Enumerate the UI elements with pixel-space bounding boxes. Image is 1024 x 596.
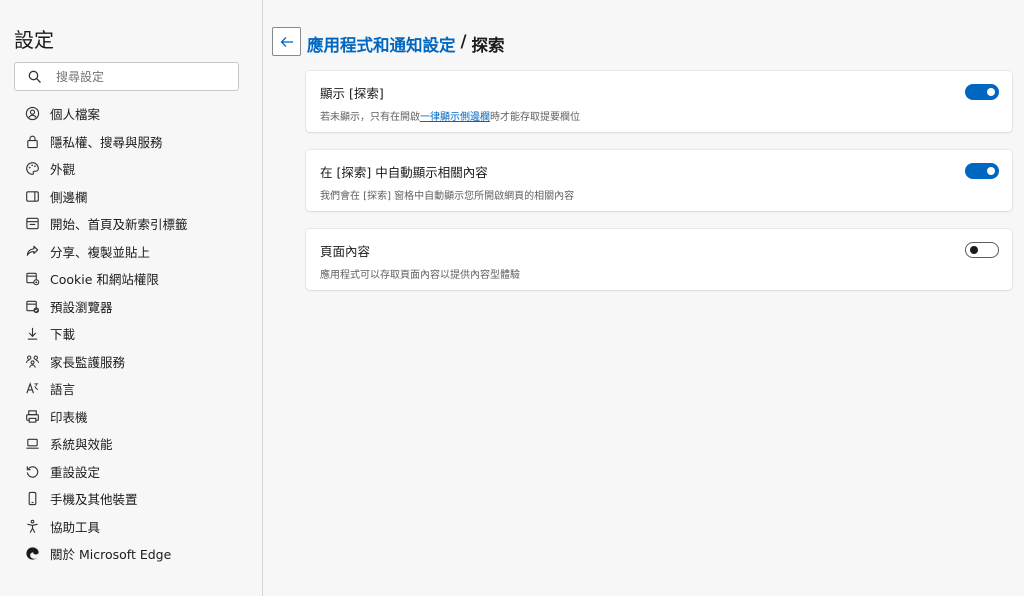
sidebar-item-downloads[interactable]: 下載: [14, 320, 254, 348]
share-icon: [26, 245, 38, 256]
arrow-left-icon: [280, 36, 293, 47]
sidebar-item-share[interactable]: 分享、複製並貼上: [14, 238, 254, 266]
setting-description-text: 時才能存取提要欄位: [490, 112, 580, 123]
family-icon: [25, 355, 39, 368]
sidebar-item-label: 開始、首頁及新索引標籤: [50, 217, 188, 233]
home-tab-icon: [25, 218, 39, 230]
sidebar-nav: 個人檔案 隱私權、搜尋與服務 外觀 側邊欄 開始、首頁及新索引標籤 分享、複製並…: [14, 100, 254, 568]
setting-card-show-discover: 顯示 [探索] 若未顯示，只有在開啟一律顯示側邊欄時才能存取提要欄位: [306, 71, 1012, 132]
sidebar-item-cookies[interactable]: Cookie 和網站權限: [14, 265, 254, 293]
default-browser-icon: [25, 300, 39, 313]
sidebar-item-label: 預設瀏覽器: [50, 299, 113, 315]
sidebar-item-label: 語言: [50, 382, 76, 398]
settings-sidebar: 設定 個人檔案 隱私權、搜尋與服務 外觀 側邊欄 開始、首頁及新索引標籤: [0, 0, 263, 596]
setting-description: 若未顯示，只有在開啟一律顯示側邊欄時才能存取提要欄位: [320, 108, 580, 123]
setting-title: 顯示 [探索]: [320, 86, 384, 101]
sidebar-item-privacy[interactable]: 隱私權、搜尋與服務: [14, 128, 254, 156]
sidebar-item-profiles[interactable]: 個人檔案: [14, 100, 254, 128]
download-icon: [27, 328, 37, 340]
sidebar-item-label: 印表機: [50, 409, 88, 425]
setting-description: 應用程式可以存取頁面內容以提供內容型體驗: [320, 270, 520, 281]
sidebar-item-sidebar[interactable]: 側邊欄: [14, 183, 254, 211]
sidebar-item-label: 分享、複製並貼上: [50, 244, 151, 260]
sidebar-item-printers[interactable]: 印表機: [14, 403, 254, 431]
lock-icon: [26, 135, 38, 148]
profile-icon: [25, 107, 39, 121]
sidebar-item-accessibility[interactable]: 協助工具: [14, 513, 254, 541]
sidebar-item-label: 下載: [50, 327, 76, 343]
show-discover-toggle[interactable]: [965, 84, 999, 100]
sidebar-item-family[interactable]: 家長監護服務: [14, 348, 254, 376]
sidebar-item-label: 側邊欄: [50, 189, 88, 205]
main-content: 應用程式和通知設定 / 探索 顯示 [探索] 若未顯示，只有在開啟一律顯示側邊欄…: [263, 0, 1024, 596]
sidebar-item-label: Cookie 和網站權限: [50, 272, 159, 288]
sidebar-item-start-home[interactable]: 開始、首頁及新索引標籤: [14, 210, 254, 238]
sidebar-title: 設定: [14, 28, 54, 52]
breadcrumb-separator: /: [460, 32, 467, 51]
sidebar-item-default-browser[interactable]: 預設瀏覽器: [14, 293, 254, 321]
sidebar-item-label: 手機及其他裝置: [50, 492, 138, 508]
search-icon: [28, 70, 41, 83]
palette-icon: [25, 162, 39, 176]
sidebar-item-label: 系統與效能: [50, 437, 113, 453]
breadcrumb-parent-link[interactable]: 應用程式和通知設定: [307, 32, 456, 56]
reset-icon: [26, 466, 38, 478]
sidebar-item-label: 外觀: [50, 162, 76, 178]
sidebar-item-label: 個人檔案: [50, 107, 101, 123]
page-title: 探索: [471, 36, 505, 55]
sidebar-item-label: 隱私權、搜尋與服務: [50, 134, 163, 150]
laptop-icon: [25, 438, 39, 449]
sidebar-item-label: 家長監護服務: [50, 354, 126, 370]
phone-icon: [28, 492, 36, 506]
sidebar-item-label: 關於 Microsoft Edge: [50, 547, 172, 563]
breadcrumb: 應用程式和通知設定 / 探索: [307, 32, 505, 56]
auto-related-content-toggle[interactable]: [965, 163, 999, 179]
setting-description-text: 若未顯示，只有在開啟: [320, 112, 420, 123]
sidebar-item-label: 重設設定: [50, 464, 101, 480]
sidebar-icon: [25, 191, 39, 202]
setting-title: 在 [探索] 中自動顯示相關內容: [320, 165, 488, 180]
sidebar-item-system[interactable]: 系統與效能: [14, 430, 254, 458]
search-box[interactable]: [14, 62, 239, 91]
site-permissions-icon: [25, 273, 39, 286]
setting-description: 我們會在 [探索] 窗格中自動顯示您所開啟網頁的相關內容: [320, 191, 575, 202]
printer-icon: [25, 410, 39, 423]
back-button[interactable]: [272, 27, 301, 56]
language-icon: [25, 382, 38, 394]
sidebar-item-label: 協助工具: [50, 519, 101, 535]
setting-card-page-content: 頁面內容 應用程式可以存取頁面內容以提供內容型體驗: [306, 229, 1012, 290]
search-input[interactable]: [54, 68, 218, 85]
sidebar-item-about[interactable]: 關於 Microsoft Edge: [14, 540, 254, 568]
page-content-toggle[interactable]: [965, 242, 999, 258]
sidebar-item-phone[interactable]: 手機及其他裝置: [14, 485, 254, 513]
setting-card-auto-related: 在 [探索] 中自動顯示相關內容 我們會在 [探索] 窗格中自動顯示您所開啟網頁…: [306, 150, 1012, 211]
sidebar-item-languages[interactable]: 語言: [14, 375, 254, 403]
accessibility-icon: [26, 519, 38, 533]
setting-title: 頁面內容: [320, 244, 371, 259]
sidebar-item-appearance[interactable]: 外觀: [14, 155, 254, 183]
edge-logo-icon: [25, 547, 39, 560]
sidebar-item-reset[interactable]: 重設設定: [14, 458, 254, 486]
always-show-sidebar-link[interactable]: 一律顯示側邊欄: [420, 112, 490, 123]
